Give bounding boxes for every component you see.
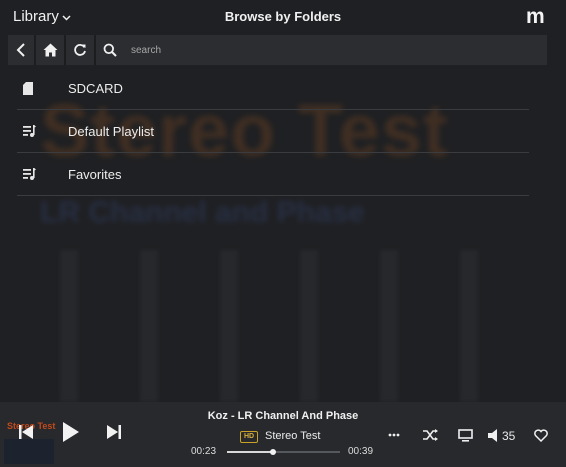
volume-icon — [488, 428, 497, 442]
folder-list: SDCARD Default Playlist Favorites — [17, 67, 529, 196]
list-item-label: Default Playlist — [68, 123, 154, 139]
playlist-icon — [23, 125, 41, 137]
previous-button[interactable] — [16, 421, 36, 443]
shuffle-icon — [422, 429, 438, 441]
total-time: 00:39 — [348, 446, 374, 457]
play-button[interactable] — [58, 419, 84, 445]
volume-level: 35 — [502, 429, 516, 443]
more-button[interactable] — [386, 427, 402, 443]
skip-next-icon — [107, 425, 121, 439]
home-icon — [43, 43, 57, 57]
shuffle-button[interactable] — [421, 427, 439, 443]
track-title: Koz - LR Channel And Phase — [207, 410, 359, 422]
progress-fill — [227, 451, 274, 453]
back-button[interactable] — [8, 35, 34, 65]
list-item-default-playlist[interactable]: Default Playlist — [17, 110, 529, 153]
playlist-icon — [23, 168, 41, 180]
player-bar: Stereo Test Koz - LR Channel And Phase H… — [0, 402, 566, 467]
volume-button[interactable] — [487, 427, 502, 443]
heart-icon — [534, 428, 548, 442]
back-icon — [16, 43, 25, 57]
progress-bar[interactable] — [227, 449, 340, 455]
list-item-favorites[interactable]: Favorites — [17, 153, 529, 196]
page-title: Browse by Folders — [224, 9, 342, 24]
header: Library Browse by Folders m — [0, 0, 566, 34]
play-icon — [63, 422, 79, 442]
elapsed-time: 00:23 — [191, 446, 217, 457]
output-device-button[interactable] — [456, 427, 474, 443]
favorite-button[interactable] — [533, 427, 549, 443]
search-input[interactable] — [131, 43, 531, 57]
refresh-button[interactable] — [67, 35, 93, 65]
monitor-icon — [457, 428, 473, 442]
list-item-label: Favorites — [68, 166, 122, 182]
more-horizontal-icon — [388, 433, 400, 437]
skip-previous-icon — [19, 425, 33, 439]
logo[interactable]: m — [526, 5, 545, 29]
hd-badge: HD — [240, 431, 259, 443]
home-button[interactable] — [37, 35, 63, 65]
refresh-icon — [74, 44, 86, 56]
progress-knob[interactable] — [270, 449, 277, 455]
background-art-subtitle: LR Channel and Phase — [40, 196, 366, 229]
search-icon — [103, 43, 117, 57]
next-button[interactable] — [104, 421, 124, 443]
sd-card-icon — [23, 81, 41, 95]
toolbar — [8, 35, 547, 65]
list-item-sdcard[interactable]: SDCARD — [17, 67, 529, 110]
list-item-label: SDCARD — [68, 80, 123, 96]
album-name: Stereo Test — [265, 430, 321, 442]
search-button[interactable] — [97, 35, 123, 65]
